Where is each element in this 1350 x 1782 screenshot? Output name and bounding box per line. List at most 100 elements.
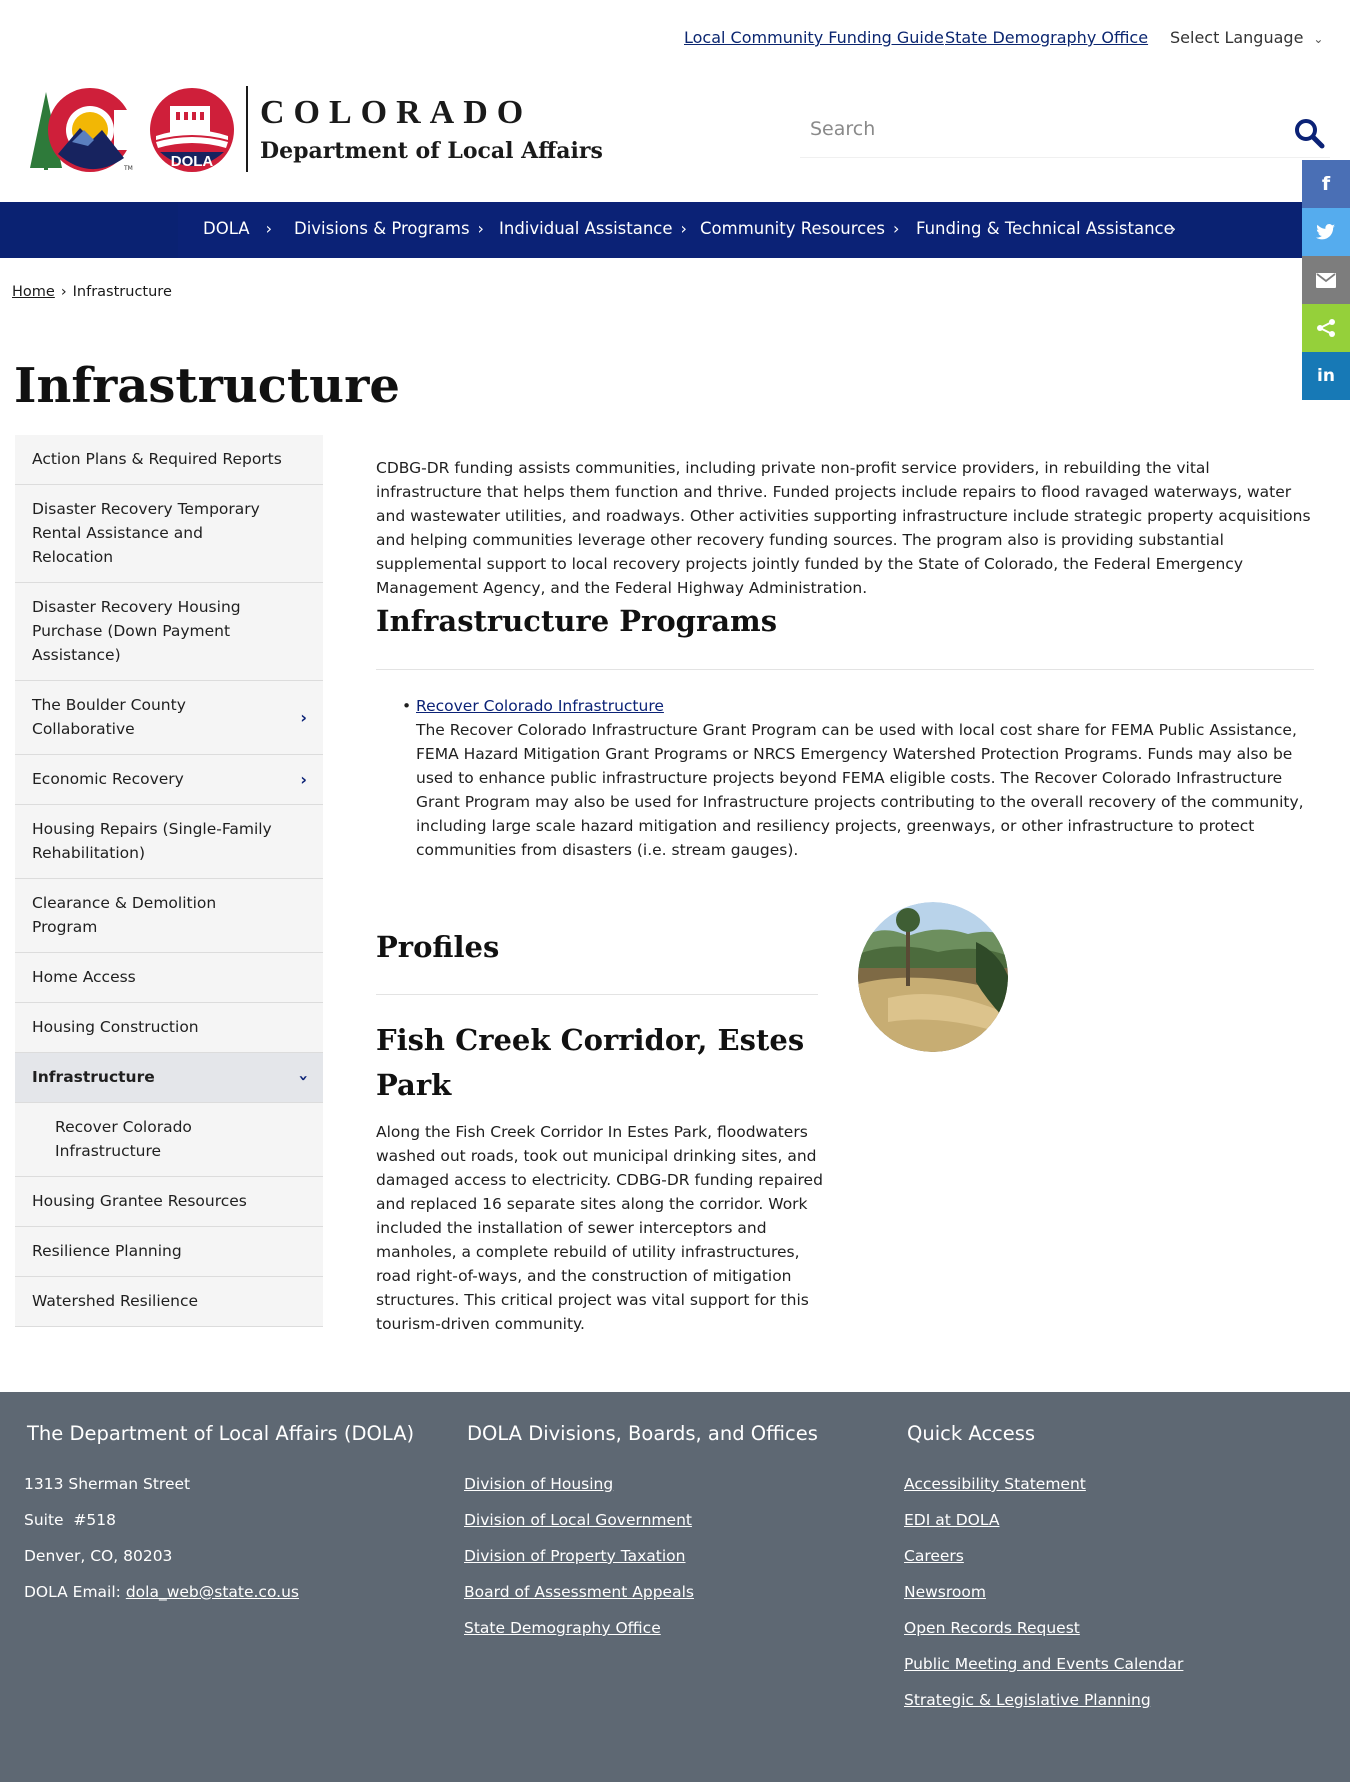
share-icon[interactable] xyxy=(1302,304,1350,352)
nav-item-divisions-programs[interactable]: Divisions & Programs › xyxy=(294,219,484,238)
footer-column-dola: The Department of Local Affairs (DOLA) 1… xyxy=(24,1422,414,1618)
colorado-dola-logo: TM DOLA xyxy=(30,88,234,172)
programs-heading: Infrastructure Programs xyxy=(376,604,778,638)
sidebar-item-action-plans[interactable]: Action Plans & Required Reports xyxy=(15,435,323,485)
sidebar-subitem-recover-colorado-infrastructure[interactable]: Recover Colorado Infrastructure xyxy=(15,1103,323,1177)
footer-link-state-demography-office[interactable]: State Demography Office xyxy=(464,1619,661,1637)
nav-item-label: Divisions & Programs xyxy=(294,219,470,238)
chevron-down-icon: › xyxy=(294,1074,314,1081)
footer-column-divisions: DOLA Divisions, Boards, and Offices Divi… xyxy=(464,1422,818,1654)
svg-text:TM: TM xyxy=(123,165,133,172)
footer-link-edi-at-dola[interactable]: EDI at DOLA xyxy=(904,1511,999,1529)
list-bullet: • xyxy=(402,697,412,715)
chevron-right-icon: › xyxy=(300,769,307,789)
logo-divider xyxy=(246,86,248,172)
footer-column-quick-access: Quick Access Accessibility Statement EDI… xyxy=(904,1422,1183,1726)
sidebar-item-home-access[interactable]: Home Access xyxy=(15,953,323,1003)
footer-email-line: DOLA Email: dola_web@state.co.us xyxy=(24,1582,414,1602)
sidebar-item-label: Clearance & Demolition Program xyxy=(32,894,217,936)
state-demography-office-link[interactable]: State Demography Office xyxy=(945,28,1148,47)
footer-link-public-meeting-calendar[interactable]: Public Meeting and Events Calendar xyxy=(904,1655,1183,1673)
sidebar-item-resilience-planning[interactable]: Resilience Planning xyxy=(15,1227,323,1277)
footer-address-line: Denver, CO, 80203 xyxy=(24,1547,173,1565)
breadcrumb-home-link[interactable]: Home xyxy=(12,284,55,300)
sidebar-item-label: Housing Repairs (Single-Family Rehabilit… xyxy=(32,820,272,862)
facebook-icon[interactable]: f xyxy=(1302,160,1350,208)
main-navigation: DOLA › Divisions & Programs › Individual A… xyxy=(0,202,1350,258)
footer-email-label: DOLA Email: xyxy=(24,1583,126,1601)
sidebar-item-label: Action Plans & Required Reports xyxy=(32,450,282,468)
sidebar-item-clearance-demolition[interactable]: Clearance & Demolition Program xyxy=(15,879,323,953)
recover-colorado-infrastructure-link[interactable]: Recover Colorado Infrastructure xyxy=(416,697,664,715)
sidebar-item-economic-recovery[interactable]: Economic Recovery › xyxy=(15,755,323,805)
sidebar-item-temporary-rental-assistance[interactable]: Disaster Recovery Temporary Rental Assis… xyxy=(15,485,323,583)
program-description: The Recover Colorado Infrastructure Gran… xyxy=(416,721,1304,859)
intro-paragraph: CDBG-DR funding assists communities, inc… xyxy=(376,459,1311,597)
profile-title: Fish Creek Corridor, Estes Park xyxy=(376,1023,805,1102)
section-divider xyxy=(376,669,1314,670)
footer-link-accessibility-statement[interactable]: Accessibility Statement xyxy=(904,1475,1086,1493)
sidebar-navigation: Action Plans & Required Reports Disaster… xyxy=(15,435,323,1327)
breadcrumb: Home › Infrastructure xyxy=(12,284,172,300)
sidebar-item-label: Disaster Recovery Housing Purchase (Down… xyxy=(32,598,241,664)
sidebar-item-label: Home Access xyxy=(32,968,136,986)
language-select[interactable]: Select Language ⌄ xyxy=(1170,28,1323,47)
footer-email-link[interactable]: dola_web@state.co.us xyxy=(126,1583,299,1601)
sidebar-item-label: Economic Recovery xyxy=(32,770,184,788)
breadcrumb-separator: › xyxy=(60,284,67,300)
footer-link-open-records-request[interactable]: Open Records Request xyxy=(904,1619,1080,1637)
chevron-down-icon: ⌄ xyxy=(1313,32,1324,46)
sidebar-item-housing-purchase[interactable]: Disaster Recovery Housing Purchase (Down… xyxy=(15,583,323,681)
footer-link-strategic-legislative-planning[interactable]: Strategic & Legislative Planning xyxy=(904,1691,1151,1709)
twitter-icon[interactable] xyxy=(1302,208,1350,256)
footer-heading: Quick Access xyxy=(907,1422,1036,1445)
sidebar-item-label: Housing Grantee Resources xyxy=(32,1192,247,1210)
profiles-heading: Profiles xyxy=(376,930,500,964)
section-divider xyxy=(376,994,818,995)
sidebar-item-housing-construction[interactable]: Housing Construction xyxy=(15,1003,323,1053)
footer-link-division-of-local-government[interactable]: Division of Local Government xyxy=(464,1511,692,1529)
nav-item-funding-technical-assistance[interactable]: Funding & Technical Assistance› xyxy=(916,219,1176,238)
nav-item-community-resources[interactable]: Community Resources › xyxy=(700,219,899,238)
footer-heading: The Department of Local Affairs (DOLA) xyxy=(27,1422,415,1445)
site-footer: The Department of Local Affairs (DOLA) 1… xyxy=(0,1392,1350,1782)
main-content: CDBG-DR funding assists communities, inc… xyxy=(376,456,1314,1333)
search-box xyxy=(800,110,1330,158)
footer-link-board-of-assessment-appeals[interactable]: Board of Assessment Appeals xyxy=(464,1583,694,1601)
sidebar-item-label: Resilience Planning xyxy=(32,1242,182,1260)
social-share-bar: f in xyxy=(1302,160,1350,400)
sidebar-item-housing-repairs[interactable]: Housing Repairs (Single-Family Rehabilit… xyxy=(15,805,323,879)
logo-subtitle: Department of Local Affairs xyxy=(260,138,603,164)
breadcrumb-current: Infrastructure xyxy=(72,284,172,300)
footer-link-newsroom[interactable]: Newsroom xyxy=(904,1583,986,1601)
sidebar-item-boulder-county-collaborative[interactable]: The Boulder County Collaborative › xyxy=(15,681,323,755)
chevron-right-icon: › xyxy=(893,219,900,238)
sidebar-item-label: Infrastructure xyxy=(32,1068,155,1086)
sidebar-item-housing-grantee-resources[interactable]: Housing Grantee Resources xyxy=(15,1177,323,1227)
utility-bar: Local Community Funding Guide State Demo… xyxy=(0,0,1350,72)
search-icon[interactable] xyxy=(1292,116,1326,150)
program-list: • Recover Colorado Infrastructure The Re… xyxy=(402,694,1314,862)
linkedin-icon[interactable]: in xyxy=(1302,352,1350,400)
chevron-right-icon: › xyxy=(680,219,687,238)
sidebar-item-label: Housing Construction xyxy=(32,1018,199,1036)
footer-link-division-of-property-taxation[interactable]: Division of Property Taxation xyxy=(464,1547,685,1565)
sidebar-item-label: Disaster Recovery Temporary Rental Assis… xyxy=(32,500,260,566)
profile-description: Along the Fish Creek Corridor In Estes P… xyxy=(376,1123,823,1333)
footer-link-division-of-housing[interactable]: Division of Housing xyxy=(464,1475,613,1493)
sidebar-item-infrastructure[interactable]: Infrastructure › xyxy=(15,1053,323,1103)
nav-item-individual-assistance[interactable]: Individual Assistance › xyxy=(499,219,687,238)
page-title: Infrastructure xyxy=(14,358,400,414)
language-select-label: Select Language xyxy=(1170,28,1304,47)
dola-badge-text: DOLA xyxy=(171,153,214,170)
footer-address-line: Suite #518 xyxy=(24,1511,117,1529)
search-input[interactable] xyxy=(810,118,1260,140)
nav-item-label: Funding & Technical Assistance xyxy=(916,219,1174,238)
profile-photo xyxy=(858,902,1008,1052)
email-icon[interactable] xyxy=(1302,256,1350,304)
sidebar-item-watershed-resilience[interactable]: Watershed Resilience xyxy=(15,1277,323,1327)
footer-link-careers[interactable]: Careers xyxy=(904,1547,964,1565)
nav-item-dola[interactable]: DOLA › xyxy=(203,219,272,238)
chevron-right-icon: › xyxy=(477,219,484,238)
local-community-funding-guide-link[interactable]: Local Community Funding Guide xyxy=(684,28,944,47)
